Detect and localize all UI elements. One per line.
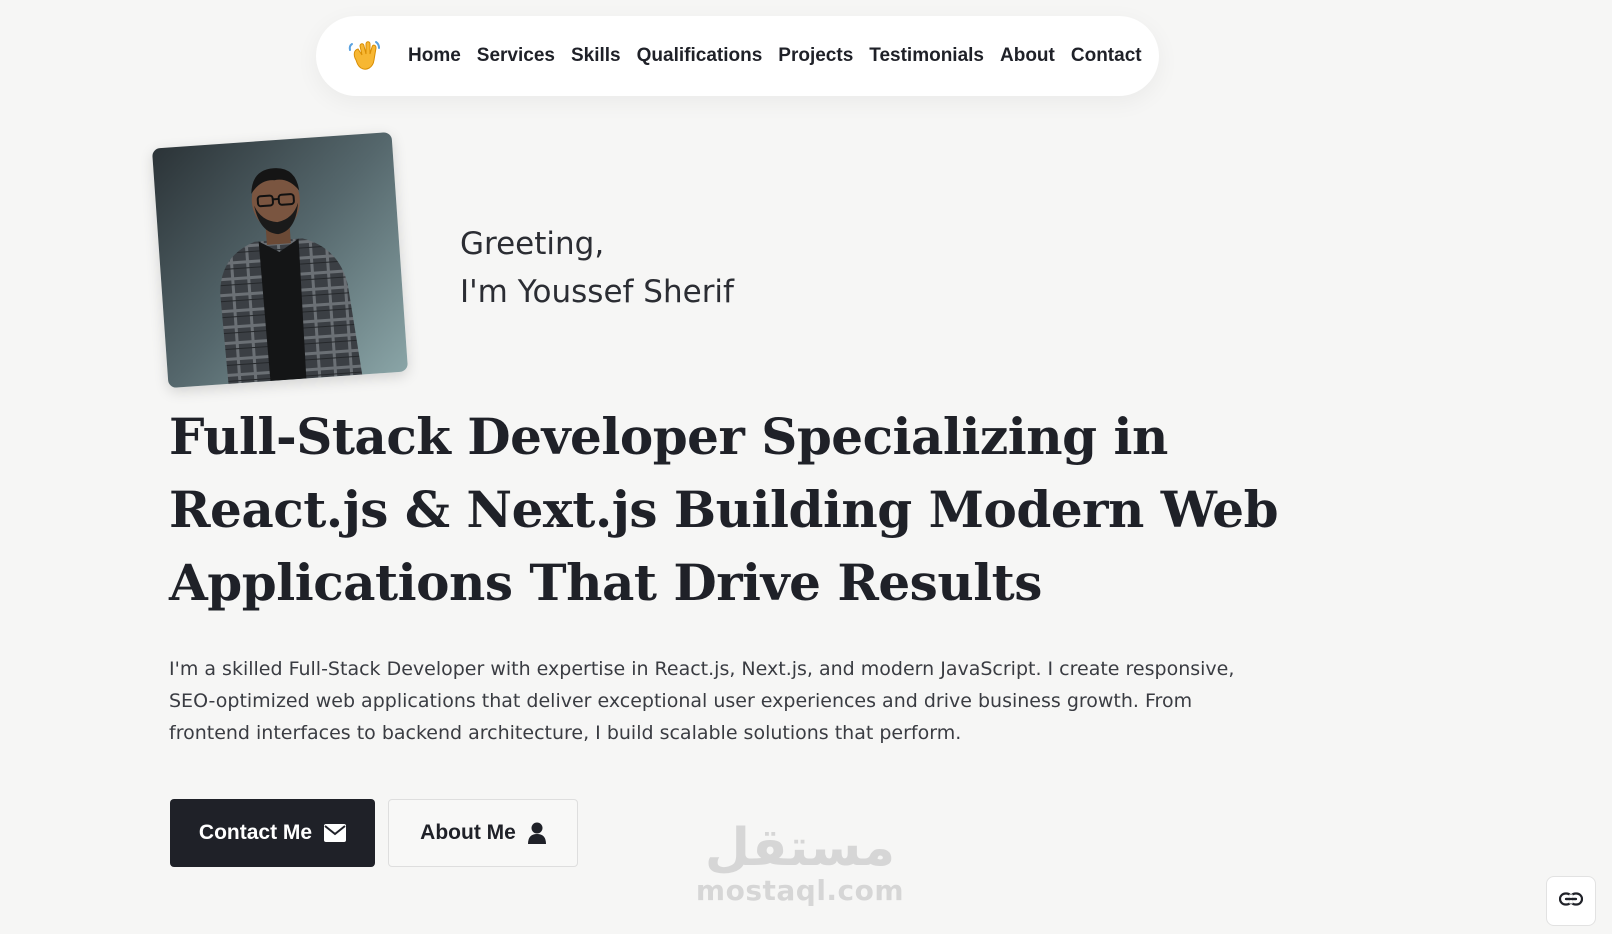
top-navbar: Home Services Skills Qualifications Proj… [316,16,1159,96]
nav-link-services[interactable]: Services [477,45,555,67]
link-icon [1558,891,1584,911]
mostaql-watermark: مستقل mostaql.com [696,818,904,920]
nav-link-home[interactable]: Home [408,45,461,67]
hero-headline: Full-Stack Developer Specializing in Rea… [169,407,1279,612]
greeting: Greeting, I'm Youssef Sherif [460,220,734,316]
nav-link-about[interactable]: About [1000,45,1055,67]
hero-intro: I'm a skilled Full-Stack Developer with … [169,658,1235,744]
contact-me-button[interactable]: Contact Me [170,799,375,867]
nav-link-skills[interactable]: Skills [571,45,621,67]
envelope-icon [324,824,347,842]
nav-link-projects[interactable]: Projects [778,45,853,67]
about-me-button[interactable]: About Me [388,799,578,867]
watermark-latin-text: mostaql.com [695,874,905,907]
profile-photo [151,131,409,389]
nav-link-testimonials[interactable]: Testimonials [869,45,984,67]
about-me-label: About Me [420,821,516,844]
greeting-name: I'm Youssef Sherif [460,274,734,310]
user-icon [527,822,546,844]
waving-hand-icon[interactable] [346,34,382,78]
nav-link-qualifications[interactable]: Qualifications [637,45,763,67]
nav-links: Home Services Skills Qualifications Proj… [408,45,1142,67]
copy-link-button[interactable] [1546,876,1596,926]
watermark-arabic-text: مستقل [704,818,896,878]
greeting-line: Greeting, [460,226,605,262]
contact-me-label: Contact Me [198,821,313,844]
nav-link-contact[interactable]: Contact [1071,45,1142,67]
